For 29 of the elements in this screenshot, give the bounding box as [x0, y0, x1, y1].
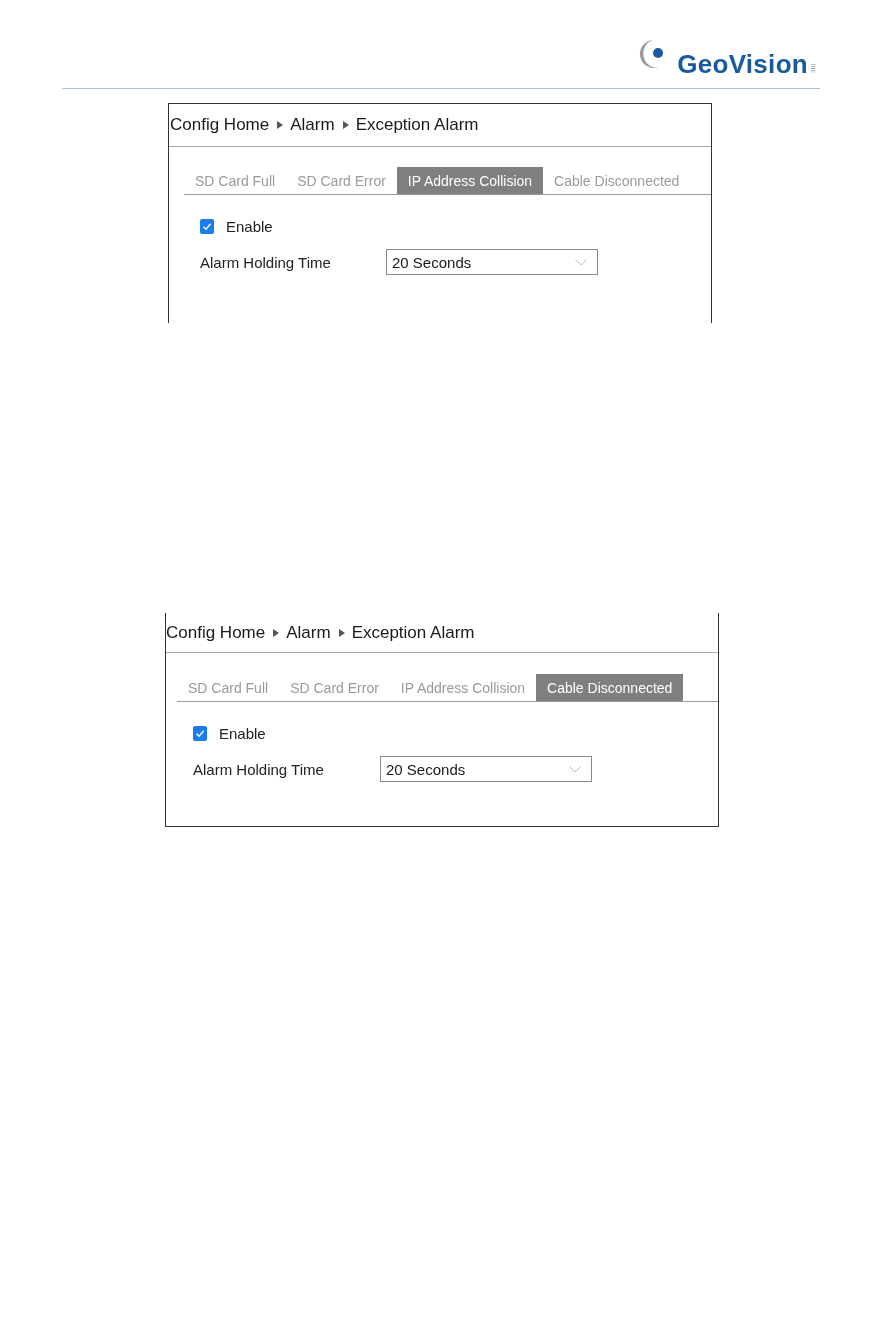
chevron-down-icon	[575, 258, 587, 266]
checkbox-label: Enable	[219, 724, 266, 742]
checkbox[interactable]	[200, 218, 214, 234]
tab[interactable]: IP Address Collision	[396, 167, 544, 194]
dropdown[interactable]: 20 Seconds	[386, 249, 598, 275]
field-label: Alarm Holding Time	[200, 253, 332, 271]
chevron-down-icon	[569, 765, 581, 773]
tab[interactable]: Cable Disconnected	[543, 167, 691, 194]
tab[interactable]: SD Card Error	[286, 167, 397, 194]
breadcrumb-item[interactable]: Alarm	[290, 115, 335, 135]
breadcrumb-item[interactable]: Config Home	[170, 115, 270, 135]
tab[interactable]: SD Card Error	[279, 674, 390, 701]
tab[interactable]: SD Card Full	[184, 167, 287, 194]
tab[interactable]: SD Card Full	[177, 674, 280, 701]
checkbox-label: Enable	[226, 217, 273, 235]
logo-wordmark: GeoVision	[677, 53, 808, 75]
dropdown[interactable]: 20 Seconds	[380, 756, 592, 782]
breadcrumb-item: Exception Alarm	[355, 115, 479, 135]
tab[interactable]: IP Address Collision	[389, 674, 537, 701]
triangle-right-icon	[342, 121, 349, 129]
field-label: Alarm Holding Time	[193, 760, 325, 778]
triangle-right-icon	[273, 628, 280, 637]
triangle-right-icon	[338, 628, 345, 637]
breadcrumb-item[interactable]: Config Home	[166, 622, 266, 643]
triangle-right-icon	[277, 121, 284, 129]
tab[interactable]: Cable Disconnected	[536, 674, 684, 701]
checkbox[interactable]	[193, 725, 207, 741]
breadcrumb-item: Exception Alarm	[351, 622, 475, 643]
breadcrumb-item[interactable]: Alarm	[286, 622, 331, 643]
